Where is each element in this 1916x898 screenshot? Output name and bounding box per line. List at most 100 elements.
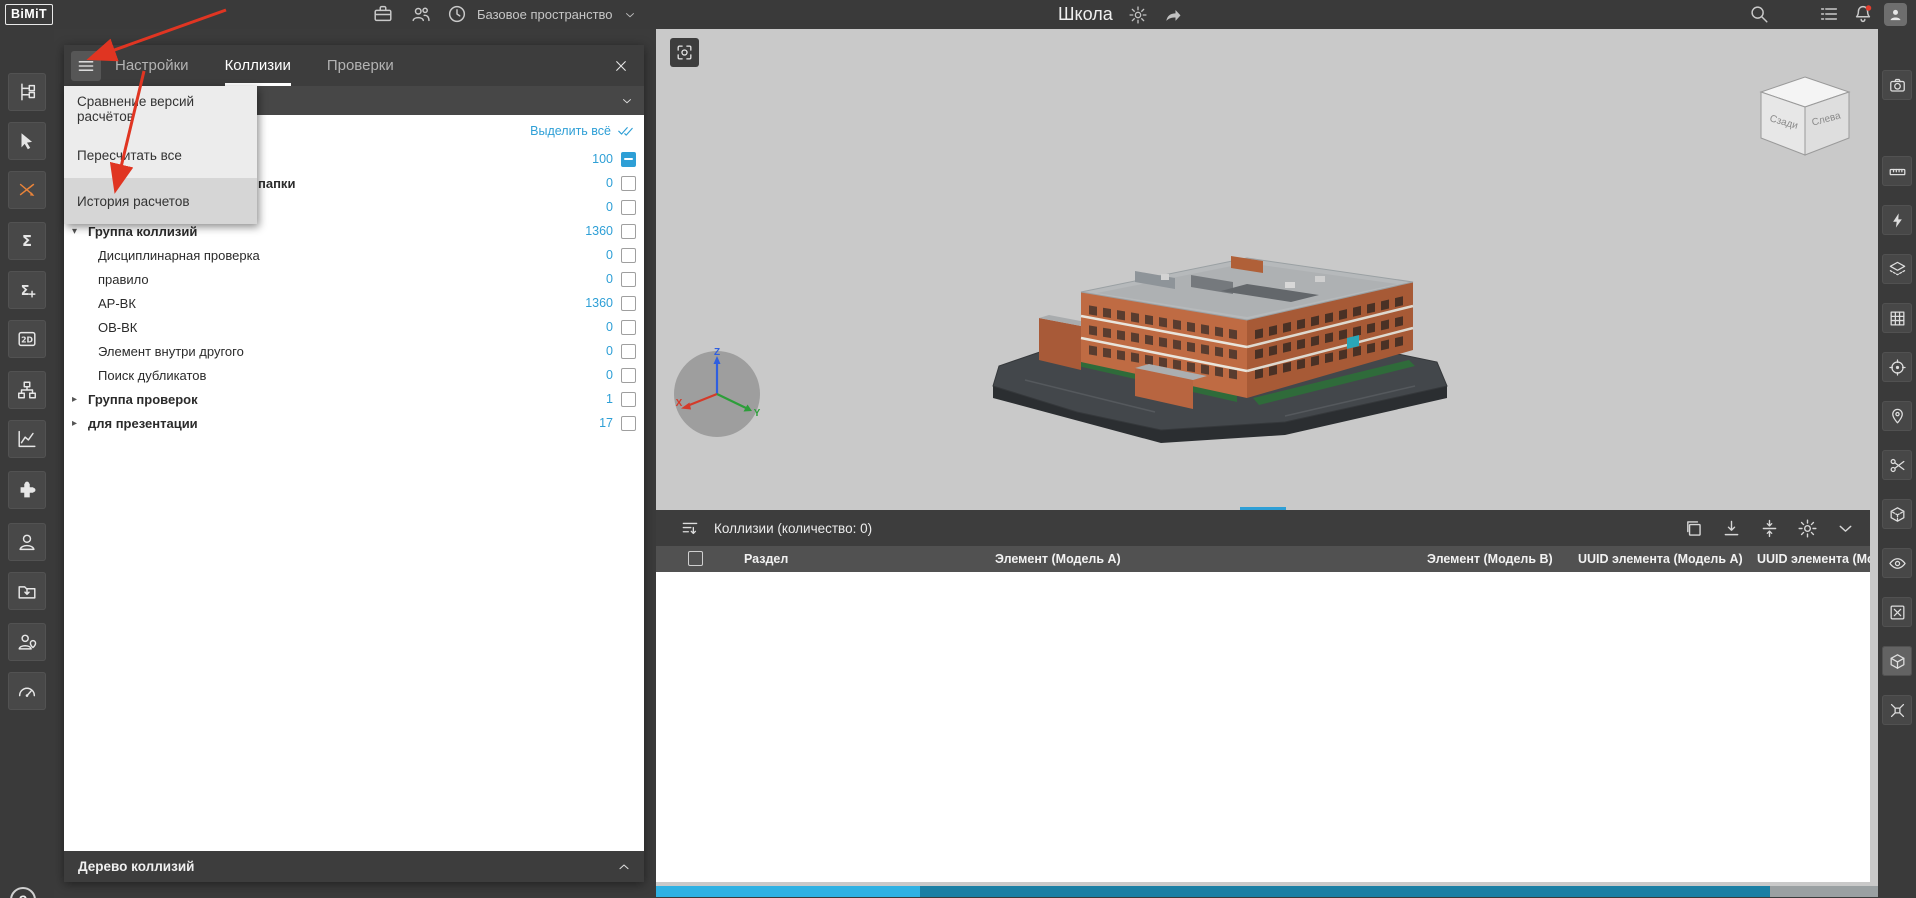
- column-header-4[interactable]: UUID элемента (Модель A): [1578, 546, 1743, 572]
- crosshair-icon: [675, 43, 694, 62]
- column-header-3[interactable]: Элемент (Модель B): [1427, 546, 1553, 572]
- menu-item-2[interactable]: Пересчитать все: [64, 132, 257, 178]
- scheme-button[interactable]: [8, 371, 46, 409]
- tree-row[interactable]: правило0: [64, 267, 644, 291]
- row-checkbox[interactable]: [621, 152, 636, 167]
- tree-footer-bar[interactable]: Дерево коллизий: [64, 851, 644, 882]
- collisions-table-panel: Коллизии (количество: 0) РазделЭлемент (…: [656, 510, 1870, 882]
- ruler-button[interactable]: [1882, 156, 1912, 186]
- double-check-icon: [617, 122, 634, 139]
- collision-count: 0: [606, 176, 613, 190]
- box-hide-button[interactable]: [1882, 597, 1912, 627]
- tree-row[interactable]: Поиск дубликатов0: [64, 363, 644, 387]
- column-header-2[interactable]: Элемент (Модель A): [995, 546, 1121, 572]
- row-checkbox[interactable]: [621, 296, 636, 311]
- close-panel-button[interactable]: [610, 55, 632, 77]
- plugins-button[interactable]: [8, 471, 46, 509]
- gizmo-x-label: X: [676, 398, 683, 409]
- table-menu-icon[interactable]: [678, 516, 702, 540]
- collision-count: 1360: [585, 224, 613, 238]
- row-checkbox[interactable]: [621, 176, 636, 191]
- sum-plus-button[interactable]: Σ: [8, 271, 46, 309]
- row-checkbox[interactable]: [621, 416, 636, 431]
- grid-button[interactable]: [1882, 303, 1912, 333]
- close-icon: [613, 58, 629, 74]
- navigation-gizmo[interactable]: Z X Y: [671, 348, 763, 440]
- tree-collapsed-arrow-icon[interactable]: ▸: [72, 418, 88, 429]
- tree-collapsed-arrow-icon[interactable]: ▸: [72, 394, 88, 405]
- pin-center-icon[interactable]: [1759, 518, 1780, 539]
- tree-row[interactable]: Элемент внутри другого0: [64, 339, 644, 363]
- briefcase-icon[interactable]: [372, 3, 394, 25]
- settings-icon[interactable]: [1797, 518, 1818, 539]
- panel-tab-3[interactable]: Проверки: [327, 45, 394, 86]
- tree-row[interactable]: ▸Группа проверок1: [64, 387, 644, 411]
- tree-row[interactable]: АР-ВК1360: [64, 291, 644, 315]
- notifications-icon[interactable]: [1852, 3, 1874, 25]
- row-checkbox[interactable]: [621, 320, 636, 335]
- section-plane-button[interactable]: [1882, 254, 1912, 284]
- table-body-empty[interactable]: [656, 572, 1870, 882]
- search-icon[interactable]: [1748, 3, 1770, 25]
- panel-menu-button[interactable]: [71, 51, 101, 81]
- history-icon[interactable]: [446, 3, 468, 25]
- users-button[interactable]: [8, 523, 46, 561]
- user-avatar[interactable]: [1884, 3, 1907, 26]
- app-logo[interactable]: BiMiT: [5, 4, 53, 25]
- user-location-button[interactable]: [8, 623, 46, 661]
- column-header-1[interactable]: Раздел: [744, 546, 788, 572]
- row-checkbox[interactable]: [621, 248, 636, 263]
- workspace-selector[interactable]: Базовое пространство: [477, 0, 637, 29]
- camera-button[interactable]: [1882, 70, 1912, 100]
- column-header-5[interactable]: UUID элемента (Мод: [1757, 546, 1870, 572]
- list-icon[interactable]: [1818, 3, 1840, 25]
- panel-tab-1[interactable]: Настройки: [115, 45, 189, 86]
- select-all-link[interactable]: Выделить всё: [530, 122, 634, 139]
- row-checkbox[interactable]: [621, 224, 636, 239]
- lightning-icon: [1888, 211, 1907, 230]
- select-cursor-button[interactable]: [8, 122, 46, 160]
- row-checkbox[interactable]: [621, 392, 636, 407]
- gear-icon[interactable]: [1128, 5, 1148, 25]
- select-all-rows-checkbox[interactable]: [688, 551, 703, 566]
- menu-item-3[interactable]: История расчетов: [64, 178, 257, 224]
- lightning-button[interactable]: [1882, 205, 1912, 235]
- pin-bottom-icon[interactable]: [1721, 518, 1742, 539]
- duplicate-icon[interactable]: [1683, 518, 1704, 539]
- view-cube[interactable]: Сзади Слева: [1750, 72, 1860, 164]
- collisions-button[interactable]: [8, 171, 46, 209]
- visibility-button[interactable]: [1882, 548, 1912, 578]
- clip-box-icon: [1888, 505, 1907, 524]
- row-checkbox[interactable]: [621, 344, 636, 359]
- team-icon[interactable]: [410, 3, 432, 25]
- panel-tab-2[interactable]: Коллизии: [225, 45, 291, 86]
- charts-button[interactable]: [8, 420, 46, 458]
- model-tree-button[interactable]: [8, 73, 46, 111]
- tree-row[interactable]: ▸для презентации17: [64, 411, 644, 435]
- menu-item-1[interactable]: Сравнение версий расчётов: [64, 86, 257, 132]
- chevron-down-icon[interactable]: [1835, 518, 1856, 539]
- tree-expanded-arrow-icon[interactable]: ▾: [72, 226, 88, 237]
- target-button[interactable]: [1882, 352, 1912, 382]
- row-checkbox[interactable]: [621, 368, 636, 383]
- collision-count: 0: [606, 200, 613, 214]
- row-checkbox[interactable]: [621, 272, 636, 287]
- 2d-view-button[interactable]: 2D: [8, 320, 46, 358]
- scissors-button[interactable]: [1882, 450, 1912, 480]
- tree-row[interactable]: ОВ-ВК0: [64, 315, 644, 339]
- workspace-selector-label: Базовое пространство: [477, 7, 613, 22]
- focus-button[interactable]: [670, 38, 699, 67]
- export-button[interactable]: [8, 572, 46, 610]
- tree-row[interactable]: Дисциплинарная проверка0: [64, 243, 644, 267]
- tree-row-label: АР-ВК: [98, 296, 136, 311]
- help-button[interactable]: ?: [10, 887, 36, 898]
- share-icon[interactable]: [1163, 5, 1183, 25]
- explode-button[interactable]: [1882, 695, 1912, 725]
- dashboard-button[interactable]: [8, 672, 46, 710]
- sum-button[interactable]: Σ: [8, 222, 46, 260]
- clip-box-button[interactable]: [1882, 499, 1912, 529]
- row-checkbox[interactable]: [621, 200, 636, 215]
- location-marker-button[interactable]: [1882, 401, 1912, 431]
- 2d-view-icon: 2D: [16, 328, 38, 350]
- cube-button[interactable]: [1882, 646, 1912, 676]
